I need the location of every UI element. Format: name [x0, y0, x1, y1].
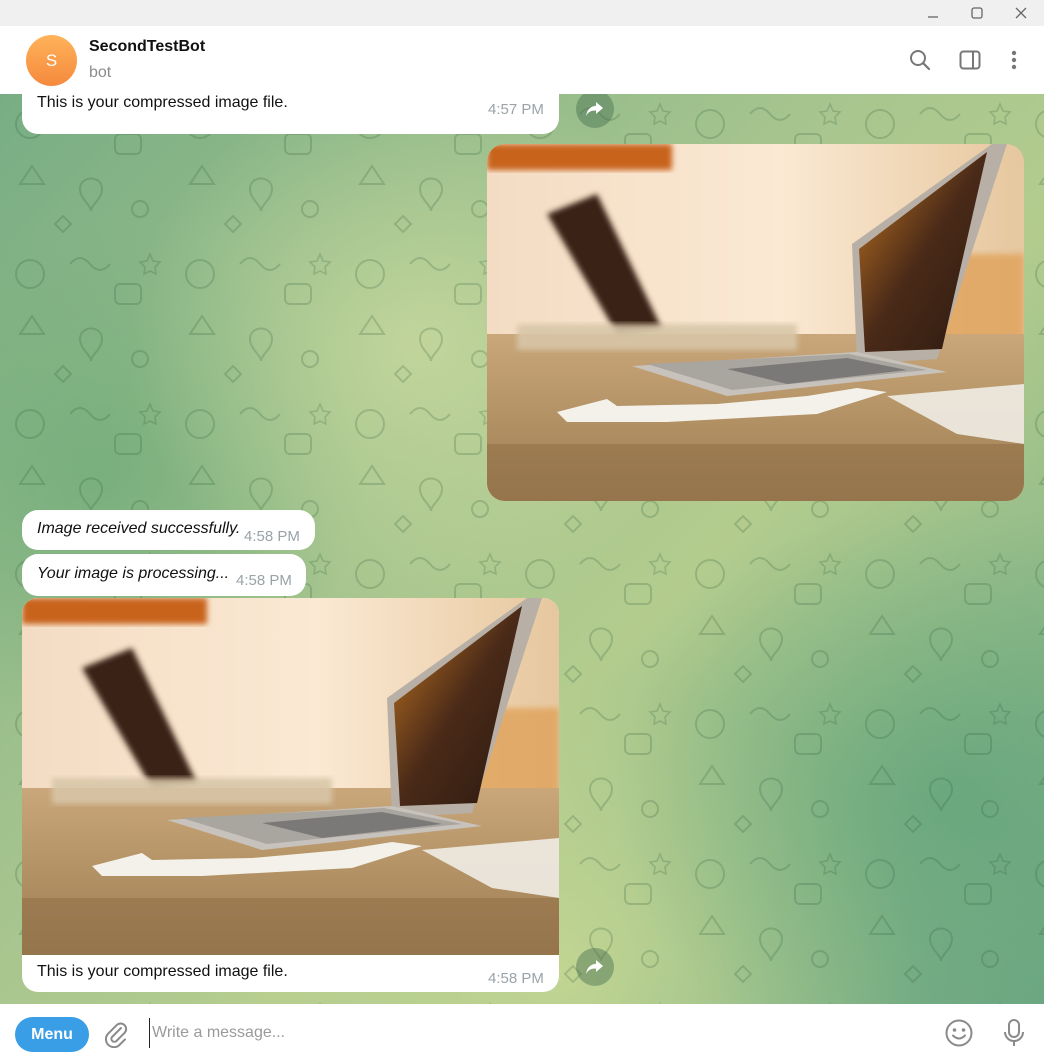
message-text: This is your compressed image file. — [37, 94, 288, 111]
avatar[interactable]: S — [26, 35, 77, 86]
laptop-photo — [487, 144, 1024, 501]
minimize-icon — [928, 16, 938, 18]
emoji-icon[interactable] — [944, 1018, 974, 1048]
laptop-photo[interactable] — [22, 598, 559, 955]
maximize-button[interactable] — [954, 0, 1000, 26]
forward-icon — [586, 960, 603, 974]
message-time: 4:58 PM — [244, 528, 300, 545]
side-panel-icon[interactable] — [958, 48, 982, 72]
message-input[interactable] — [149, 1018, 912, 1048]
photo-caption-message[interactable]: This is your compressed image file. 4:58… — [22, 598, 559, 992]
chat-messages-area[interactable]: This is your compressed image file. 4:57… — [0, 94, 1044, 1004]
menu-button[interactable]: Menu — [15, 1017, 89, 1052]
message-bubble[interactable]: Your image is processing... 4:58 PM — [22, 554, 306, 596]
more-vertical-icon[interactable] — [1002, 48, 1026, 72]
message-time: 4:57 PM — [488, 101, 544, 118]
forward-button[interactable] — [576, 948, 614, 986]
message-time: 4:58 PM — [236, 572, 292, 589]
message-time: 4:58 PM — [488, 970, 544, 987]
close-button[interactable] — [998, 0, 1044, 26]
chat-title[interactable]: SecondTestBot — [89, 38, 205, 56]
message-bubble[interactable]: This is your compressed image file. 4:57… — [22, 94, 559, 134]
maximize-icon — [971, 7, 983, 19]
search-icon[interactable] — [908, 48, 932, 72]
window-titlebar — [0, 0, 1044, 26]
forward-icon — [586, 102, 603, 116]
photo-message[interactable] — [487, 144, 1024, 501]
chat-subtitle: bot — [89, 64, 112, 81]
chat-header: S SecondTestBot bot — [0, 26, 1044, 94]
attach-icon[interactable] — [103, 1020, 129, 1048]
close-icon — [1015, 7, 1027, 19]
message-caption: This is your compressed image file. — [37, 963, 288, 980]
message-text: Your image is processing... — [37, 565, 230, 582]
minimize-button[interactable] — [910, 0, 956, 26]
microphone-icon[interactable] — [1002, 1018, 1026, 1048]
message-text: Image received successfully. — [37, 520, 241, 537]
message-bubble[interactable]: Image received successfully. 4:58 PM — [22, 510, 315, 550]
message-composer-bar: Menu — [0, 1004, 1044, 1056]
